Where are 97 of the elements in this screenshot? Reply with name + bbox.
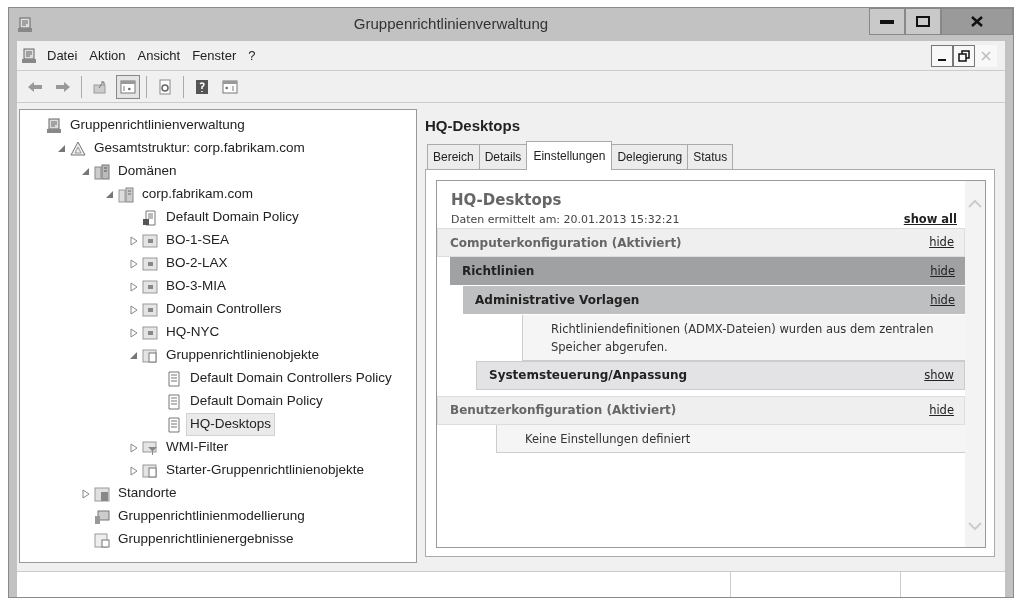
show-all-link[interactable]: show all [903,211,957,229]
tree-item[interactable]: Gesamtstruktur: corp.fabrikam.com [90,137,309,160]
window-title: Gruppenrichtlinienverwaltung [352,14,550,35]
panel-title: HQ-Desktops [425,116,522,136]
expand-icon[interactable] [128,327,138,338]
console-icon [46,117,62,134]
tree-item[interactable]: BO-2-LAX [162,252,232,275]
tab[interactable]: Status [687,143,734,169]
expand-icon[interactable] [128,281,138,292]
document-icon [142,209,158,226]
menu-item[interactable]: Fenster [186,45,243,66]
tree-item[interactable]: Gruppenrichtlinienergebnisse [114,528,298,551]
maximize-button[interactable] [905,8,941,35]
tree-item[interactable]: Default Domain Controllers Policy [186,367,396,390]
section-title: Benutzerkonfiguration (Aktiviert) [450,402,677,420]
tree-item[interactable]: Default Domain Policy [162,206,303,229]
expand-icon[interactable] [128,235,138,246]
expand-icon[interactable] [128,304,138,315]
close-icon [971,16,983,27]
triangle-icon [70,140,86,157]
folder-icon [142,324,158,341]
collapse-icon[interactable] [56,144,66,153]
folder-icon [142,347,158,364]
expand-icon[interactable] [128,442,138,453]
folder-icon [142,278,158,295]
collapse-icon[interactable] [80,167,90,176]
scrollbar[interactable] [965,180,985,547]
tree-item[interactable]: Gruppenrichtlinienverwaltung [66,114,249,137]
restore-button[interactable] [953,44,975,67]
section-title: Administrative Vorlagen [475,292,640,310]
tree-item[interactable]: Domain Controllers [162,298,286,321]
section-title: Systemsteuerung/Anpassung [489,367,688,385]
tree-item[interactable]: HQ-NYC [162,321,224,344]
toggle-link[interactable]: hide [929,234,954,252]
note-text: Richtliniendefinitionen (ADMX-Dateien) wurden aus dem zentralen Speicher abgerufen. [522,315,965,361]
tree-item[interactable]: BO-1-SEA [162,229,234,252]
tab[interactable]: Details [478,143,528,169]
minimize-icon [938,58,946,61]
tab[interactable]: Bereich [427,143,480,169]
document-icon [166,370,182,387]
date-text: Daten ermittelt am: 20.01.2013 15:32:21 [450,211,680,228]
expand-icon[interactable] [128,258,138,269]
tree-item[interactable]: WMI-Filter [162,436,233,459]
server-icon [118,186,134,203]
note-text: Keine Einstellungen definiert [496,424,965,453]
scroll-down-icon[interactable] [968,522,982,531]
folder-up-icon [92,78,108,95]
tab[interactable]: Einstellungen [526,140,613,170]
collapse-icon[interactable] [104,190,114,199]
tree-item[interactable]: HQ-Desktops [186,413,276,436]
console-icon [21,47,37,64]
pane-icon [120,78,136,95]
menu-item[interactable]: ? [242,45,262,66]
document-icon [166,416,182,433]
toggle-link[interactable]: show [924,366,954,384]
tree-item[interactable]: Starter-Gruppenrichtlinienobjekte [162,459,369,482]
collapse-icon[interactable] [128,351,138,360]
folder-icon [142,232,158,249]
document-icon [166,393,182,410]
tree-item[interactable]: BO-3-MIA [162,275,230,298]
tab[interactable]: Delegierung [611,143,689,169]
expand-icon[interactable] [128,465,138,476]
folder-icon [142,255,158,272]
menu-item[interactable]: Datei [41,45,84,66]
tree-item[interactable]: Default Domain Policy [186,390,327,413]
toggle-link[interactable]: hide [930,291,955,309]
console-icon [17,17,33,34]
folder-icon [142,301,158,318]
toggle-link[interactable]: hide [930,262,955,280]
minimize-button[interactable] [869,8,905,35]
section-title: Computerkonfiguration (Aktiviert) [450,234,682,252]
report-icon [94,531,110,548]
scroll-up-icon[interactable] [968,198,982,208]
report-title: HQ-Desktops [450,189,563,211]
maximize-icon [916,16,930,27]
pane-icon [222,78,238,95]
help-icon [194,78,210,95]
tree-item[interactable]: Standorte [114,482,181,505]
menu-item[interactable]: Aktion [83,45,132,66]
section-title: Richtlinien [462,263,535,281]
tree-item[interactable]: Gruppenrichtlinienobjekte [162,344,324,367]
minimize-icon [880,19,894,24]
close-icon [980,49,992,62]
tree-item[interactable]: Domänen [114,160,181,183]
toolbar-button[interactable] [116,74,140,99]
filter-icon [142,439,158,456]
minimize-button[interactable] [931,44,953,67]
close-button[interactable] [941,8,1013,35]
restore-icon [958,49,970,62]
expand-icon[interactable] [80,488,90,499]
computer-icon [94,508,110,525]
tree-item[interactable]: corp.fabrikam.com [138,183,258,206]
tree-item[interactable]: Gruppenrichtlinienmodellierung [114,505,309,528]
folder-icon [142,462,158,479]
server-icon [94,163,110,180]
menu-item[interactable]: Ansicht [131,45,187,66]
toggle-link[interactable]: hide [929,401,954,419]
